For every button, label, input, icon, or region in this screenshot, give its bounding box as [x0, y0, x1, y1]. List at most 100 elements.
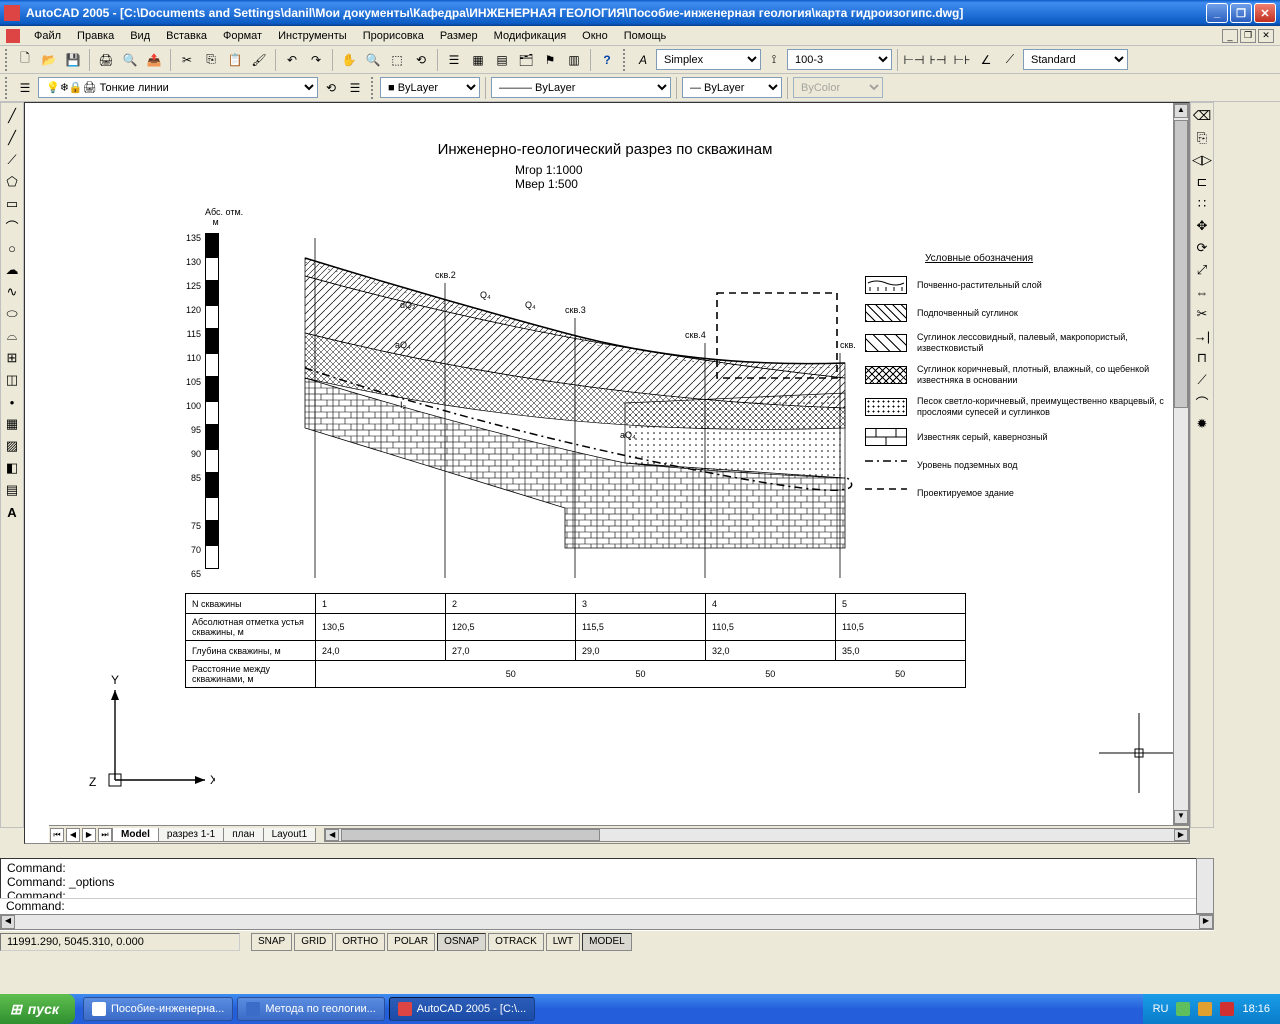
- cut-button[interactable]: ✂: [176, 49, 198, 71]
- dim2-button[interactable]: ⊦⊣: [927, 49, 949, 71]
- menu-insert[interactable]: Вставка: [158, 28, 215, 44]
- tab-section[interactable]: разрез 1-1: [158, 828, 224, 842]
- clock[interactable]: 18:16: [1242, 1003, 1270, 1015]
- system-tray[interactable]: RU 18:16: [1143, 994, 1280, 1024]
- break-button[interactable]: ⊓: [1192, 348, 1212, 368]
- spline-button[interactable]: ∿: [2, 282, 22, 302]
- polar-toggle[interactable]: POLAR: [387, 933, 435, 951]
- drawing-area[interactable]: Инженерно-геологический разрез по скважи…: [24, 102, 1190, 844]
- language-indicator[interactable]: RU: [1153, 1003, 1169, 1015]
- zoom-prev-button[interactable]: ⟲: [410, 49, 432, 71]
- task-button-3[interactable]: AutoCAD 2005 - [C:\...: [389, 997, 535, 1021]
- color-dropdown[interactable]: ■ ByLayer: [380, 77, 480, 98]
- mirror-button[interactable]: ◁▷: [1192, 150, 1212, 170]
- insert-button[interactable]: ⊞: [2, 348, 22, 368]
- snap-toggle[interactable]: SNAP: [251, 933, 292, 951]
- matchprop-button[interactable]: 🖌: [248, 49, 270, 71]
- grid-toggle[interactable]: GRID: [294, 933, 333, 951]
- textstyle-button[interactable]: A: [632, 49, 654, 71]
- layer-dropdown[interactable]: 💡❄🔒🖨 Тонкие линии: [38, 77, 318, 98]
- stretch-button[interactable]: ⇔: [1192, 282, 1212, 302]
- maximize-button[interactable]: ❐: [1230, 3, 1252, 23]
- task-button-2[interactable]: Метода по геологии...: [237, 997, 384, 1021]
- xline-button[interactable]: ╱: [2, 128, 22, 148]
- dim1-button[interactable]: ⊢⊣: [903, 49, 925, 71]
- array-button[interactable]: ∷: [1192, 194, 1212, 214]
- tray-icon-2[interactable]: [1198, 1002, 1212, 1016]
- cmd-hscroll[interactable]: ◀ ▶: [0, 914, 1214, 930]
- vertical-scrollbar[interactable]: ▲ ▼: [1173, 103, 1189, 825]
- tab-layout1[interactable]: Layout1: [263, 828, 317, 842]
- fillet-button[interactable]: ⌒: [1192, 392, 1212, 412]
- menu-tools[interactable]: Инструменты: [270, 28, 355, 44]
- new-button[interactable]: 🗋: [14, 49, 36, 71]
- minimize-button[interactable]: _: [1206, 3, 1228, 23]
- redo-button[interactable]: ↷: [305, 49, 327, 71]
- toolpalettes-button[interactable]: ▤: [491, 49, 513, 71]
- menu-view[interactable]: Вид: [122, 28, 158, 44]
- doc-minimize-button[interactable]: _: [1222, 29, 1238, 43]
- menu-modify[interactable]: Модификация: [486, 28, 575, 44]
- gradient-button[interactable]: ▨: [2, 436, 22, 456]
- tab-next-button[interactable]: ▶: [82, 828, 96, 842]
- zoom-window-button[interactable]: ⬚: [386, 49, 408, 71]
- doc-close-button[interactable]: ✕: [1258, 29, 1274, 43]
- linetype-dropdown[interactable]: ——— ByLayer: [491, 77, 671, 98]
- copy-button[interactable]: ⎘: [200, 49, 222, 71]
- dim3-button[interactable]: ⊢⊦: [951, 49, 973, 71]
- copy-obj-button[interactable]: ⎘: [1192, 128, 1212, 148]
- horizontal-scrollbar[interactable]: ◀ ▶: [324, 828, 1189, 842]
- designcenter-button[interactable]: ▦: [467, 49, 489, 71]
- coordinates-readout[interactable]: 11991.290, 5045.310, 0.000: [0, 933, 240, 951]
- menu-draw[interactable]: Прорисовка: [355, 28, 432, 44]
- ortho-toggle[interactable]: ORTHO: [335, 933, 385, 951]
- command-input[interactable]: Command:: [0, 898, 1196, 914]
- menu-edit[interactable]: Правка: [69, 28, 122, 44]
- model-toggle[interactable]: MODEL: [582, 933, 632, 951]
- tab-last-button[interactable]: ⏭: [98, 828, 112, 842]
- layer-states-button[interactable]: ☰: [344, 77, 366, 99]
- pan-button[interactable]: ✋: [338, 49, 360, 71]
- close-button[interactable]: ✕: [1254, 3, 1276, 23]
- extend-button[interactable]: →|: [1192, 326, 1212, 346]
- block-button[interactable]: ◫: [2, 370, 22, 390]
- revcloud-button[interactable]: ☁: [2, 260, 22, 280]
- task-button-1[interactable]: Пособие-инженерна...: [83, 997, 233, 1021]
- trim-button[interactable]: ✂: [1192, 304, 1212, 324]
- ellipsearc-button[interactable]: ⌓: [2, 326, 22, 346]
- tab-model[interactable]: Model: [112, 828, 159, 842]
- tab-plan[interactable]: план: [223, 828, 263, 842]
- lineweight-dropdown[interactable]: — ByLayer: [682, 77, 782, 98]
- menu-help[interactable]: Помощь: [616, 28, 675, 44]
- sheetset-button[interactable]: 🗂: [515, 49, 537, 71]
- hatch-button[interactable]: ▦: [2, 414, 22, 434]
- circle-button[interactable]: ○: [2, 238, 22, 258]
- layer-mgr-button[interactable]: ☰: [14, 77, 36, 99]
- line-button[interactable]: ╱: [2, 106, 22, 126]
- erase-button[interactable]: ⌫: [1192, 106, 1212, 126]
- textstyle-dropdown[interactable]: Simplex: [656, 49, 761, 70]
- dimstyle-dropdown[interactable]: 100-3: [787, 49, 892, 70]
- open-button[interactable]: 📂: [38, 49, 60, 71]
- tab-first-button[interactable]: ⏮: [50, 828, 64, 842]
- dim5-button[interactable]: ⟋: [999, 49, 1021, 71]
- help-button[interactable]: ?: [596, 49, 618, 71]
- publish-button[interactable]: 📤: [143, 49, 165, 71]
- table-button[interactable]: ▤: [2, 480, 22, 500]
- cmd-vscroll[interactable]: [1196, 858, 1214, 914]
- offset-button[interactable]: ⊏: [1192, 172, 1212, 192]
- mtext-button[interactable]: A: [2, 502, 22, 522]
- menu-dimension[interactable]: Размер: [432, 28, 486, 44]
- otrack-toggle[interactable]: OTRACK: [488, 933, 544, 951]
- lwt-toggle[interactable]: LWT: [546, 933, 580, 951]
- tablestyle-dropdown[interactable]: Standard: [1023, 49, 1128, 70]
- rectangle-button[interactable]: ▭: [2, 194, 22, 214]
- save-button[interactable]: 💾: [62, 49, 84, 71]
- calc-button[interactable]: ▥: [563, 49, 585, 71]
- dim4-button[interactable]: ∠: [975, 49, 997, 71]
- tray-icon-1[interactable]: [1176, 1002, 1190, 1016]
- explode-button[interactable]: ✹: [1192, 414, 1212, 434]
- region-button[interactable]: ◧: [2, 458, 22, 478]
- polygon-button[interactable]: ⬠: [2, 172, 22, 192]
- dimstyle-button[interactable]: ⟟: [763, 49, 785, 71]
